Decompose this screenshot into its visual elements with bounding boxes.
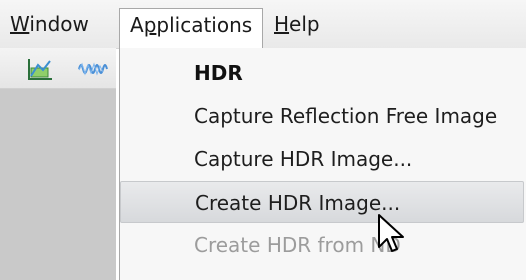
menu-help[interactable]: Help — [274, 8, 320, 40]
menu-window-mnemonic: W — [10, 12, 30, 36]
menu-bar: Window Applications Help — [0, 0, 526, 49]
menu-item-capture-reflection-free-image[interactable]: Capture Reflection Free Image — [120, 95, 524, 137]
menu-applications-label-rest: plications — [156, 13, 253, 37]
mouse-cursor-icon — [377, 213, 407, 259]
chart-icon[interactable] — [26, 56, 54, 82]
menu-item-capture-hdr-image[interactable]: Capture HDR Image... — [120, 138, 524, 180]
menu-help-mnemonic: H — [274, 12, 290, 36]
menu-section-header: HDR — [194, 61, 243, 85]
menu-window-label-rest: indow — [29, 12, 89, 36]
menu-help-label-rest: elp — [289, 12, 320, 36]
waveform-icon[interactable] — [78, 56, 108, 82]
menu-applications-label-a: A — [130, 13, 144, 37]
applications-dropdown-menu: HDR Capture Reflection Free Image Captur… — [119, 48, 526, 280]
menu-applications[interactable]: Applications — [119, 8, 264, 49]
menu-item-create-hdr-from-nd: Create HDR from ND — [194, 233, 401, 257]
menu-item-create-hdr-image[interactable]: Create HDR Image... — [120, 181, 524, 223]
menu-applications-mnemonic: p — [143, 13, 157, 37]
menu-window[interactable]: Window — [10, 8, 89, 40]
